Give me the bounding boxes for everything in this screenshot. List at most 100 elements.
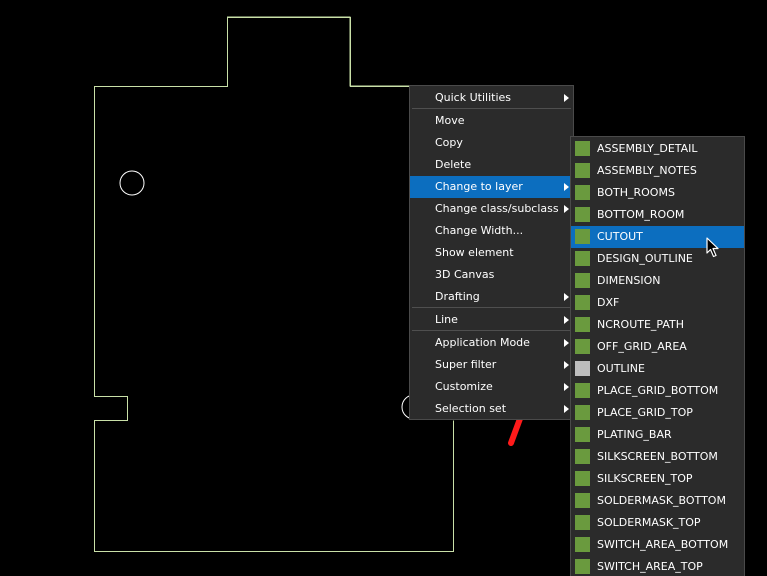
layer-item-label: PLACE_GRID_TOP [597,406,693,419]
menu-item-line[interactable]: Line [410,309,573,331]
layer-color-swatch [575,229,590,244]
layer-item-ncroute-path[interactable]: NCROUTE_PATH [571,314,744,336]
layer-item-label: SOLDERMASK_BOTTOM [597,494,726,507]
layer-color-swatch [575,339,590,354]
mounting-hole[interactable] [119,170,145,196]
context-menu: Quick Utilities Move Copy Delete Change to l… [409,85,574,420]
layer-item-switch-area-bottom[interactable]: SWITCH_AREA_BOTTOM [571,534,744,556]
menu-item-label: Super filter [435,358,497,371]
layer-item-label: ASSEMBLY_DETAIL [597,142,698,155]
layer-item-label: SWITCH_AREA_TOP [597,560,703,573]
layer-color-swatch [575,383,590,398]
menu-item-move[interactable]: Move [410,110,573,132]
layer-submenu: ASSEMBLY_DETAIL ASSEMBLY_NOTES BOTH_ROOMS B… [570,136,745,576]
layer-item-label: SOLDERMASK_TOP [597,516,701,529]
layer-color-swatch [575,515,590,530]
layer-item-label: BOTTOM_ROOM [597,208,685,221]
layer-color-swatch [575,537,590,552]
menu-item-label: Move [435,114,465,127]
layer-item-label: OFF_GRID_AREA [597,340,687,353]
menu-item-drafting[interactable]: Drafting [410,286,573,308]
submenu-arrow-icon [564,383,569,391]
layer-color-swatch [575,493,590,508]
layer-color-swatch [575,361,590,376]
submenu-arrow-icon [564,94,569,102]
board-outline-shape[interactable] [94,17,454,552]
layer-color-swatch [575,317,590,332]
layer-item-soldermask-bottom[interactable]: SOLDERMASK_BOTTOM [571,490,744,512]
menu-item-selection-set[interactable]: Selection set [410,398,573,420]
submenu-arrow-icon [564,405,569,413]
layer-item-both-rooms[interactable]: BOTH_ROOMS [571,182,744,204]
submenu-arrow-icon [564,293,569,301]
layer-color-swatch [575,471,590,486]
layer-item-off-grid-area[interactable]: OFF_GRID_AREA [571,336,744,358]
layer-item-assembly-detail[interactable]: ASSEMBLY_DETAIL [571,138,744,160]
menu-item-label: Selection set [435,402,507,415]
menu-item-change-width[interactable]: Change Width... [410,220,573,242]
layer-item-label: OUTLINE [597,362,645,375]
menu-item-label: Drafting [435,290,480,303]
layer-color-swatch [575,405,590,420]
submenu-arrow-icon [564,183,569,191]
layer-color-swatch [575,207,590,222]
layer-color-swatch [575,427,590,442]
menu-item-customize[interactable]: Customize [410,376,573,398]
layer-color-swatch [575,141,590,156]
menu-item-change-class-subclass[interactable]: Change class/subclass [410,198,573,220]
menu-item-super-filter[interactable]: Super filter [410,354,573,376]
layer-item-bottom-room[interactable]: BOTTOM_ROOM [571,204,744,226]
layer-item-label: BOTH_ROOMS [597,186,675,199]
menu-item-label: Change Width... [435,224,524,237]
layer-item-label: NCROUTE_PATH [597,318,685,331]
submenu-arrow-icon [564,339,569,347]
layer-item-label: SILKSCREEN_BOTTOM [597,450,718,463]
layer-color-swatch [575,295,590,310]
menu-item-label: Copy [435,136,463,149]
menu-item-3d-canvas[interactable]: 3D Canvas [410,264,573,286]
menu-item-label: Line [435,313,458,326]
layer-item-label: DIMENSION [597,274,661,287]
layer-color-swatch [575,251,590,266]
submenu-arrow-icon [564,205,569,213]
layer-item-silkscreen-top[interactable]: SILKSCREEN_TOP [571,468,744,490]
layer-item-dxf[interactable]: DXF [571,292,744,314]
layer-item-label: PLACE_GRID_BOTTOM [597,384,719,397]
layer-item-assembly-notes[interactable]: ASSEMBLY_NOTES [571,160,744,182]
layer-color-swatch [575,559,590,574]
layer-item-label: DESIGN_OUTLINE [597,252,693,265]
menu-item-show-element[interactable]: Show element [410,242,573,264]
layer-item-plating-bar[interactable]: PLATING_BAR [571,424,744,446]
layer-item-dimension[interactable]: DIMENSION [571,270,744,292]
layer-item-switch-area-top[interactable]: SWITCH_AREA_TOP [571,556,744,576]
layer-color-swatch [575,163,590,178]
menu-item-label: Application Mode [435,336,530,349]
submenu-arrow-icon [564,316,569,324]
menu-item-label: Change class/subclass [435,202,559,215]
board-outline[interactable] [227,16,409,87]
layer-item-label: SILKSCREEN_TOP [597,472,693,485]
menu-item-label: 3D Canvas [435,268,495,281]
layer-item-place-grid-bottom[interactable]: PLACE_GRID_BOTTOM [571,380,744,402]
menu-item-label: Delete [435,158,472,171]
layer-item-label: PLATING_BAR [597,428,672,441]
menu-item-delete[interactable]: Delete [410,154,573,176]
layer-color-swatch [575,273,590,288]
layer-item-place-grid-top[interactable]: PLACE_GRID_TOP [571,402,744,424]
menu-item-label: Customize [435,380,493,393]
submenu-arrow-icon [564,361,569,369]
layer-item-soldermask-top[interactable]: SOLDERMASK_TOP [571,512,744,534]
menu-item-application-mode[interactable]: Application Mode [410,332,573,354]
menu-item-copy[interactable]: Copy [410,132,573,154]
layer-item-silkscreen-bottom[interactable]: SILKSCREEN_BOTTOM [571,446,744,468]
layer-item-label: ASSEMBLY_NOTES [597,164,697,177]
menu-item-label: Change to layer [435,180,523,193]
layer-item-label: SWITCH_AREA_BOTTOM [597,538,729,551]
layer-item-label: CUTOUT [597,230,643,243]
menu-item-quick-utilities[interactable]: Quick Utilities [410,87,573,109]
layer-item-outline[interactable]: OUTLINE [571,358,744,380]
menu-item-change-to-layer[interactable]: Change to layer [410,176,573,198]
layer-item-label: DXF [597,296,620,309]
layer-color-swatch [575,449,590,464]
mouse-cursor-icon [706,237,719,258]
